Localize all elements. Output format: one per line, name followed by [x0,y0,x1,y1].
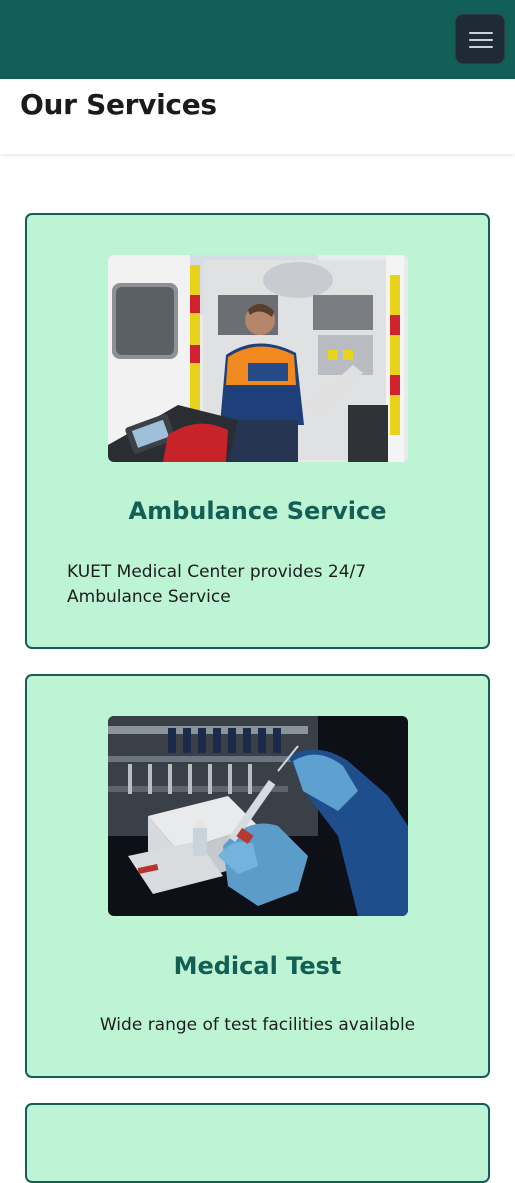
service-card-ambulance: Ambulance Service KUET Medical Center pr… [25,213,490,649]
hamburger-menu-icon [469,32,493,34]
service-title: Ambulance Service [128,497,387,525]
ambulance-image [108,255,408,462]
page-header: Our Services [0,79,515,154]
service-card-medical-test: Medical Test Wide range of test faciliti… [25,674,490,1078]
top-navbar [0,0,515,79]
service-title: Medical Test [173,952,342,980]
medical-test-image [108,716,408,916]
service-card-partial [25,1103,490,1183]
menu-toggle-button[interactable] [455,14,505,64]
page-title: Our Services [20,88,217,121]
service-description: KUET Medical Center provides 24/7 Ambula… [67,562,367,607]
service-description: Wide range of test facilities available [99,1015,416,1035]
